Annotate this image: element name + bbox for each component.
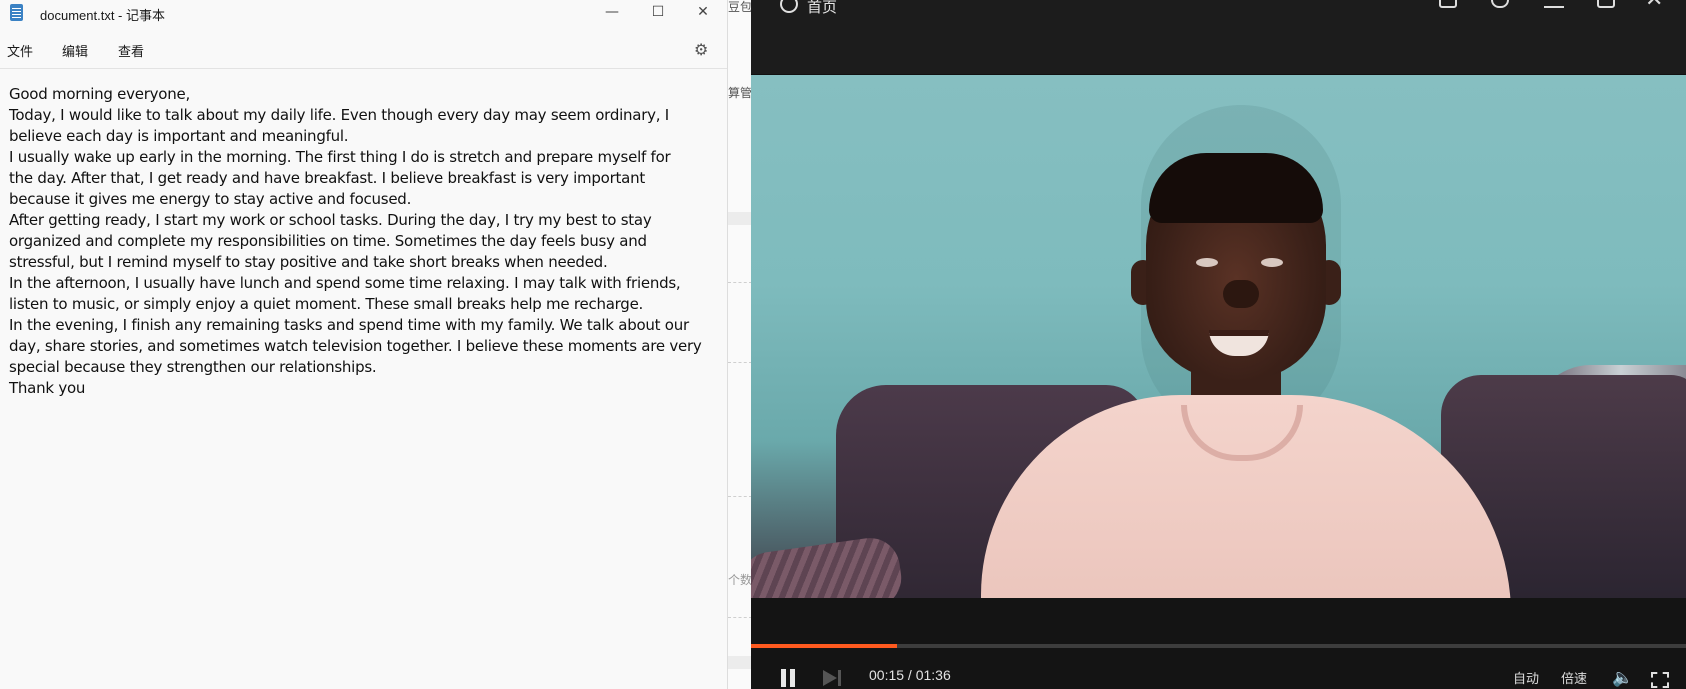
notepad-titlebar[interactable]: document.txt - 记事本 — ☐ ✕ <box>0 0 727 26</box>
home-link[interactable]: 首页 <box>807 0 837 17</box>
background-text: 个数 <box>728 573 752 587</box>
next-icon[interactable] <box>823 670 841 686</box>
background-text: 算管 <box>728 86 752 100</box>
notepad-window: document.txt - 记事本 — ☐ ✕ 文件 编辑 查看 ⚙ Good… <box>0 0 728 689</box>
person-nose <box>1223 280 1259 308</box>
person-eye <box>1196 258 1218 267</box>
pillow <box>751 534 906 598</box>
settings-gear-icon[interactable]: ⚙ <box>694 40 708 59</box>
person-eye <box>1261 258 1283 267</box>
pin-icon[interactable] <box>1491 0 1509 8</box>
notepad-app-icon <box>10 4 23 21</box>
menu-edit[interactable]: 编辑 <box>62 41 88 60</box>
text-line: I usually wake up early in the morning. … <box>9 148 671 166</box>
video-frame[interactable] <box>751 75 1686 598</box>
background-shade <box>728 656 752 669</box>
close-button[interactable]: ✕ <box>681 0 725 26</box>
text-line: Good morning everyone, <box>9 85 190 103</box>
background-shade <box>728 212 752 225</box>
home-icon[interactable] <box>780 0 798 13</box>
text-line: day, share stories, and sometimes watch … <box>9 337 702 355</box>
picture-in-picture-icon[interactable] <box>1439 0 1457 8</box>
background-window: 豆包 算管 个数 <box>727 0 752 689</box>
minimize-button[interactable]: — <box>590 0 634 26</box>
progress-fill <box>751 644 898 648</box>
text-line: Thank you <box>9 379 86 397</box>
pause-icon[interactable] <box>779 669 797 687</box>
time-display: 00:15 / 01:36 <box>869 667 951 683</box>
text-line: In the evening, I finish any remaining t… <box>9 316 689 334</box>
text-line: listen to music, or simply enjoy a quiet… <box>9 295 644 313</box>
background-divider <box>728 282 752 283</box>
player-controls: 00:15 / 01:36 自动 倍速 🔈 <box>751 598 1686 689</box>
text-line: the day. After that, I get ready and hav… <box>9 169 645 187</box>
background-text: 豆包 <box>728 0 752 14</box>
text-line: After getting ready, I start my work or … <box>9 211 652 229</box>
text-line: organized and complete my responsibiliti… <box>9 232 647 250</box>
text-editor-area[interactable]: Good morning everyone, Today, I would li… <box>9 84 724 399</box>
text-line: believe each day is important and meanin… <box>9 127 349 145</box>
quality-auto-button[interactable]: 自动 <box>1513 668 1539 687</box>
menu-view[interactable]: 查看 <box>118 41 144 60</box>
background-divider <box>728 496 752 497</box>
minimize-icon[interactable] <box>1544 6 1564 8</box>
text-line: stressful, but I remind myself to stay p… <box>9 253 608 271</box>
close-icon[interactable]: ✕ <box>1645 0 1665 11</box>
volume-icon[interactable]: 🔈 <box>1612 668 1633 688</box>
menu-divider <box>0 68 727 69</box>
text-line: special because they strengthen our rela… <box>9 358 377 376</box>
menu-file[interactable]: 文件 <box>7 41 33 60</box>
person-hair <box>1149 153 1323 223</box>
maximize-icon[interactable] <box>1597 0 1615 8</box>
video-player-window: 首页 ✕ 00:15 / 01:36 自动 倍速 🔈 <box>751 0 1686 689</box>
player-titlebar[interactable]: 首页 ✕ <box>751 0 1686 74</box>
text-line: In the afternoon, I usually have lunch a… <box>9 274 681 292</box>
fullscreen-icon[interactable] <box>1649 670 1671 689</box>
text-line: Today, I would like to talk about my dai… <box>9 106 669 124</box>
window-title: document.txt - 记事本 <box>40 8 165 23</box>
progress-bar[interactable] <box>751 644 1686 648</box>
background-divider <box>728 362 752 363</box>
playback-speed-button[interactable]: 倍速 <box>1561 668 1587 687</box>
menu-bar: 文件 编辑 查看 <box>0 36 727 66</box>
text-line: because it gives me energy to stay activ… <box>9 190 412 208</box>
maximize-button[interactable]: ☐ <box>636 0 680 26</box>
background-divider <box>728 617 752 618</box>
